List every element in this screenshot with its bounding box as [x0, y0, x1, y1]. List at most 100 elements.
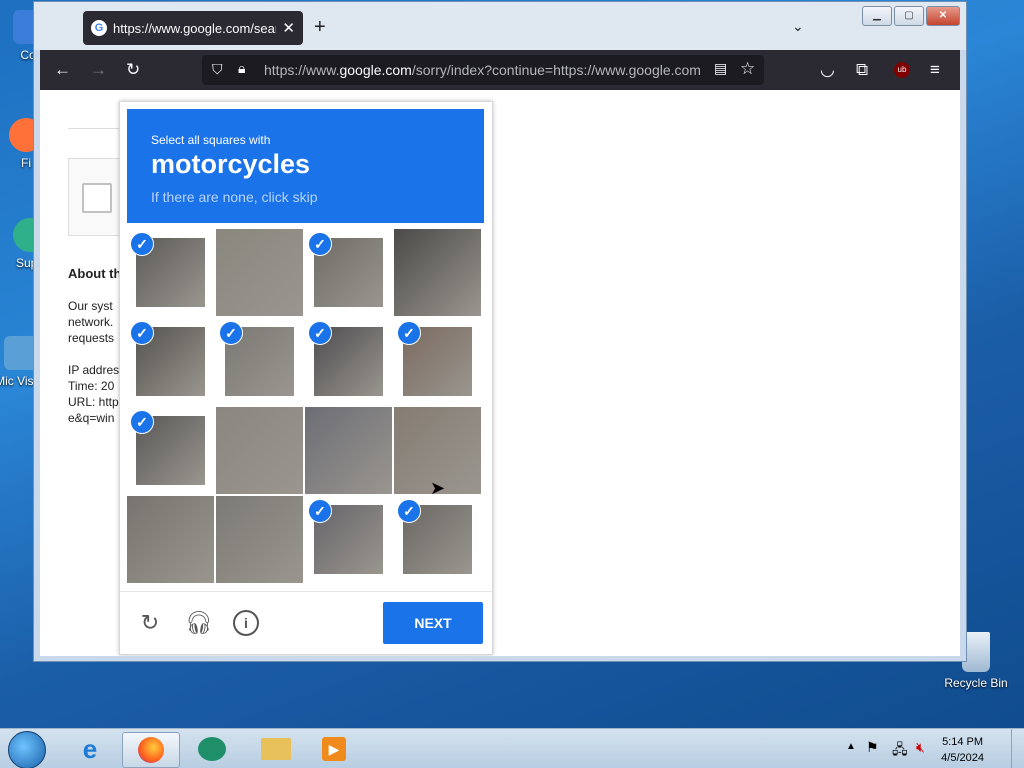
about-heading: About th [68, 266, 122, 281]
taskbar-file-explorer[interactable] [254, 732, 298, 766]
recaptcha-checkbox-container [68, 158, 126, 236]
taskbar-app[interactable] [190, 732, 234, 766]
url-bar[interactable]: ⛉ 🔒︎ https://www.google.com/sorry/index?… [202, 55, 764, 85]
action-center-flag-icon[interactable]: ⚑ [866, 739, 879, 756]
browser-window: G https://www.google.com/search ✕ + ⌄ ▁ … [33, 1, 967, 662]
forward-icon[interactable]: → [90, 60, 107, 80]
captcha-tile-image [127, 496, 214, 583]
captcha-tile[interactable] [216, 407, 303, 494]
captcha-tile[interactable] [216, 496, 303, 583]
back-icon[interactable]: ← [54, 60, 71, 80]
google-favicon-icon: G [91, 20, 107, 36]
app-icon [198, 737, 226, 761]
captcha-tile[interactable]: ✓ [216, 318, 303, 405]
taskbar: e ▶ ▲ ⚑ 🖧︎ 🔇︎ 5:14 PM 4/5/2024 [0, 728, 1024, 768]
audio-headphones-icon[interactable]: 🎧︎ [185, 610, 213, 636]
captcha-tile[interactable]: ✓ [394, 318, 481, 405]
captcha-tile[interactable]: ✓ [305, 318, 392, 405]
taskbar-firefox[interactable] [122, 732, 180, 768]
show-hidden-icons-chevron-icon[interactable]: ▲ [846, 741, 856, 752]
captcha-tile[interactable]: ✓ [305, 229, 392, 316]
ublock-origin-icon[interactable]: ub [894, 62, 910, 78]
close-window-button[interactable]: ✕ [926, 6, 960, 26]
captcha-tile-image [305, 407, 392, 494]
shield-icon[interactable]: ⛉ [212, 61, 223, 78]
captcha-tile[interactable]: ✓ [305, 496, 392, 583]
captcha-tile[interactable]: ✓ [127, 407, 214, 494]
captcha-tile[interactable] [394, 229, 481, 316]
new-tab-button[interactable]: + [314, 16, 326, 39]
background-text-line: requests [68, 331, 115, 345]
captcha-tile[interactable] [216, 229, 303, 316]
minimize-button[interactable]: ▁ [862, 6, 892, 26]
url-text[interactable]: https://www.google.com/sorry/index?conti… [264, 62, 704, 78]
close-tab-icon[interactable]: ✕ [282, 19, 295, 37]
captcha-tile-image [216, 407, 303, 494]
tab-title: https://www.google.com/search [113, 20, 277, 36]
maximize-button[interactable]: ▢ [894, 6, 924, 26]
checkmark-icon: ✓ [308, 321, 332, 345]
title-bar: G https://www.google.com/search ✕ + ⌄ ▁ … [34, 2, 966, 50]
challenge-footer: ↻ 🎧︎ i NEXT [120, 591, 492, 655]
background-text-line: Time: 20 [68, 379, 115, 393]
checkmark-icon: ✓ [397, 499, 421, 523]
challenge-header: Select all squares with motorcycles If t… [127, 109, 484, 223]
checkmark-icon: ✓ [308, 232, 332, 256]
checkmark-icon: ✓ [308, 499, 332, 523]
desktop-icon-label: Fi [21, 156, 31, 170]
captcha-tile[interactable] [305, 407, 392, 494]
menu-hamburger-icon[interactable]: ≡ [930, 60, 940, 80]
checkmark-icon: ✓ [130, 321, 154, 345]
background-text-line: URL: http [68, 395, 119, 409]
show-desktop-button[interactable] [1011, 729, 1024, 768]
captcha-tile-image [216, 229, 303, 316]
info-icon[interactable]: i [233, 610, 259, 636]
network-icon[interactable]: 🖧︎ [892, 739, 908, 763]
mouse-cursor-icon: ➤ [430, 478, 446, 498]
checkmark-icon: ✓ [219, 321, 243, 345]
skip-hint: If there are none, click skip [151, 189, 318, 205]
clock-date: 4/5/2024 [941, 752, 984, 764]
media-player-icon: ▶ [322, 737, 346, 761]
page-content: About th Our syst network. requests IP a… [40, 90, 960, 656]
desktop-icon-label: Recycle Bin [944, 676, 1008, 690]
start-button[interactable] [8, 731, 46, 768]
internet-explorer-icon: e [82, 733, 98, 764]
instruction-text: Select all squares with [151, 133, 271, 147]
recaptcha-challenge: Select all squares with motorcycles If t… [119, 101, 493, 655]
captcha-tile-image [394, 229, 481, 316]
bookmark-star-icon[interactable]: ☆ [740, 59, 755, 79]
background-text-line: e&q=win [68, 411, 115, 425]
checkmark-icon: ✓ [130, 232, 154, 256]
list-all-tabs-chevron-icon[interactable]: ⌄ [792, 18, 804, 35]
firefox-icon [138, 737, 164, 763]
captcha-tile[interactable]: ✓ [394, 496, 481, 583]
reload-icon[interactable]: ↻ [126, 60, 140, 80]
folder-icon [261, 738, 291, 760]
pocket-icon[interactable]: ◡ [820, 60, 835, 80]
url-prefix: https://www. [264, 62, 340, 78]
clock[interactable]: 5:14 PM 4/5/2024 [941, 734, 984, 766]
taskbar-media-player[interactable]: ▶ [312, 732, 356, 766]
checkmark-icon: ✓ [130, 410, 154, 434]
image-grid: ✓ ✓ ✓ ✓ ✓ ✓ ✓ ✓ ✓ [127, 229, 484, 585]
clock-time: 5:14 PM [942, 736, 984, 748]
navigation-toolbar: ← → ↻ ⛉ 🔒︎ https://www.google.com/sorry/… [40, 50, 960, 90]
window-controls: ▁ ▢ ✕ [862, 6, 960, 26]
next-button[interactable]: NEXT [383, 602, 483, 644]
background-text-line: network. [68, 315, 114, 329]
taskbar-internet-explorer[interactable]: e [68, 732, 112, 766]
captcha-tile-image [216, 496, 303, 583]
tab-google-search[interactable]: G https://www.google.com/search ✕ [83, 11, 303, 45]
background-text-line: IP addres [68, 363, 120, 377]
volume-muted-icon[interactable]: 🔇︎ [916, 739, 925, 756]
background-text-line: Our syst [68, 299, 113, 313]
reader-view-icon[interactable]: ▤ [714, 60, 727, 77]
lock-icon[interactable]: 🔒︎ [238, 60, 245, 77]
captcha-tile[interactable]: ✓ [127, 318, 214, 405]
captcha-tile[interactable]: ✓ [127, 229, 214, 316]
recaptcha-checkbox[interactable] [82, 183, 112, 213]
captcha-tile[interactable] [127, 496, 214, 583]
extensions-puzzle-icon[interactable]: ⧉ [856, 60, 868, 80]
reload-challenge-icon[interactable]: ↻ [137, 610, 163, 636]
